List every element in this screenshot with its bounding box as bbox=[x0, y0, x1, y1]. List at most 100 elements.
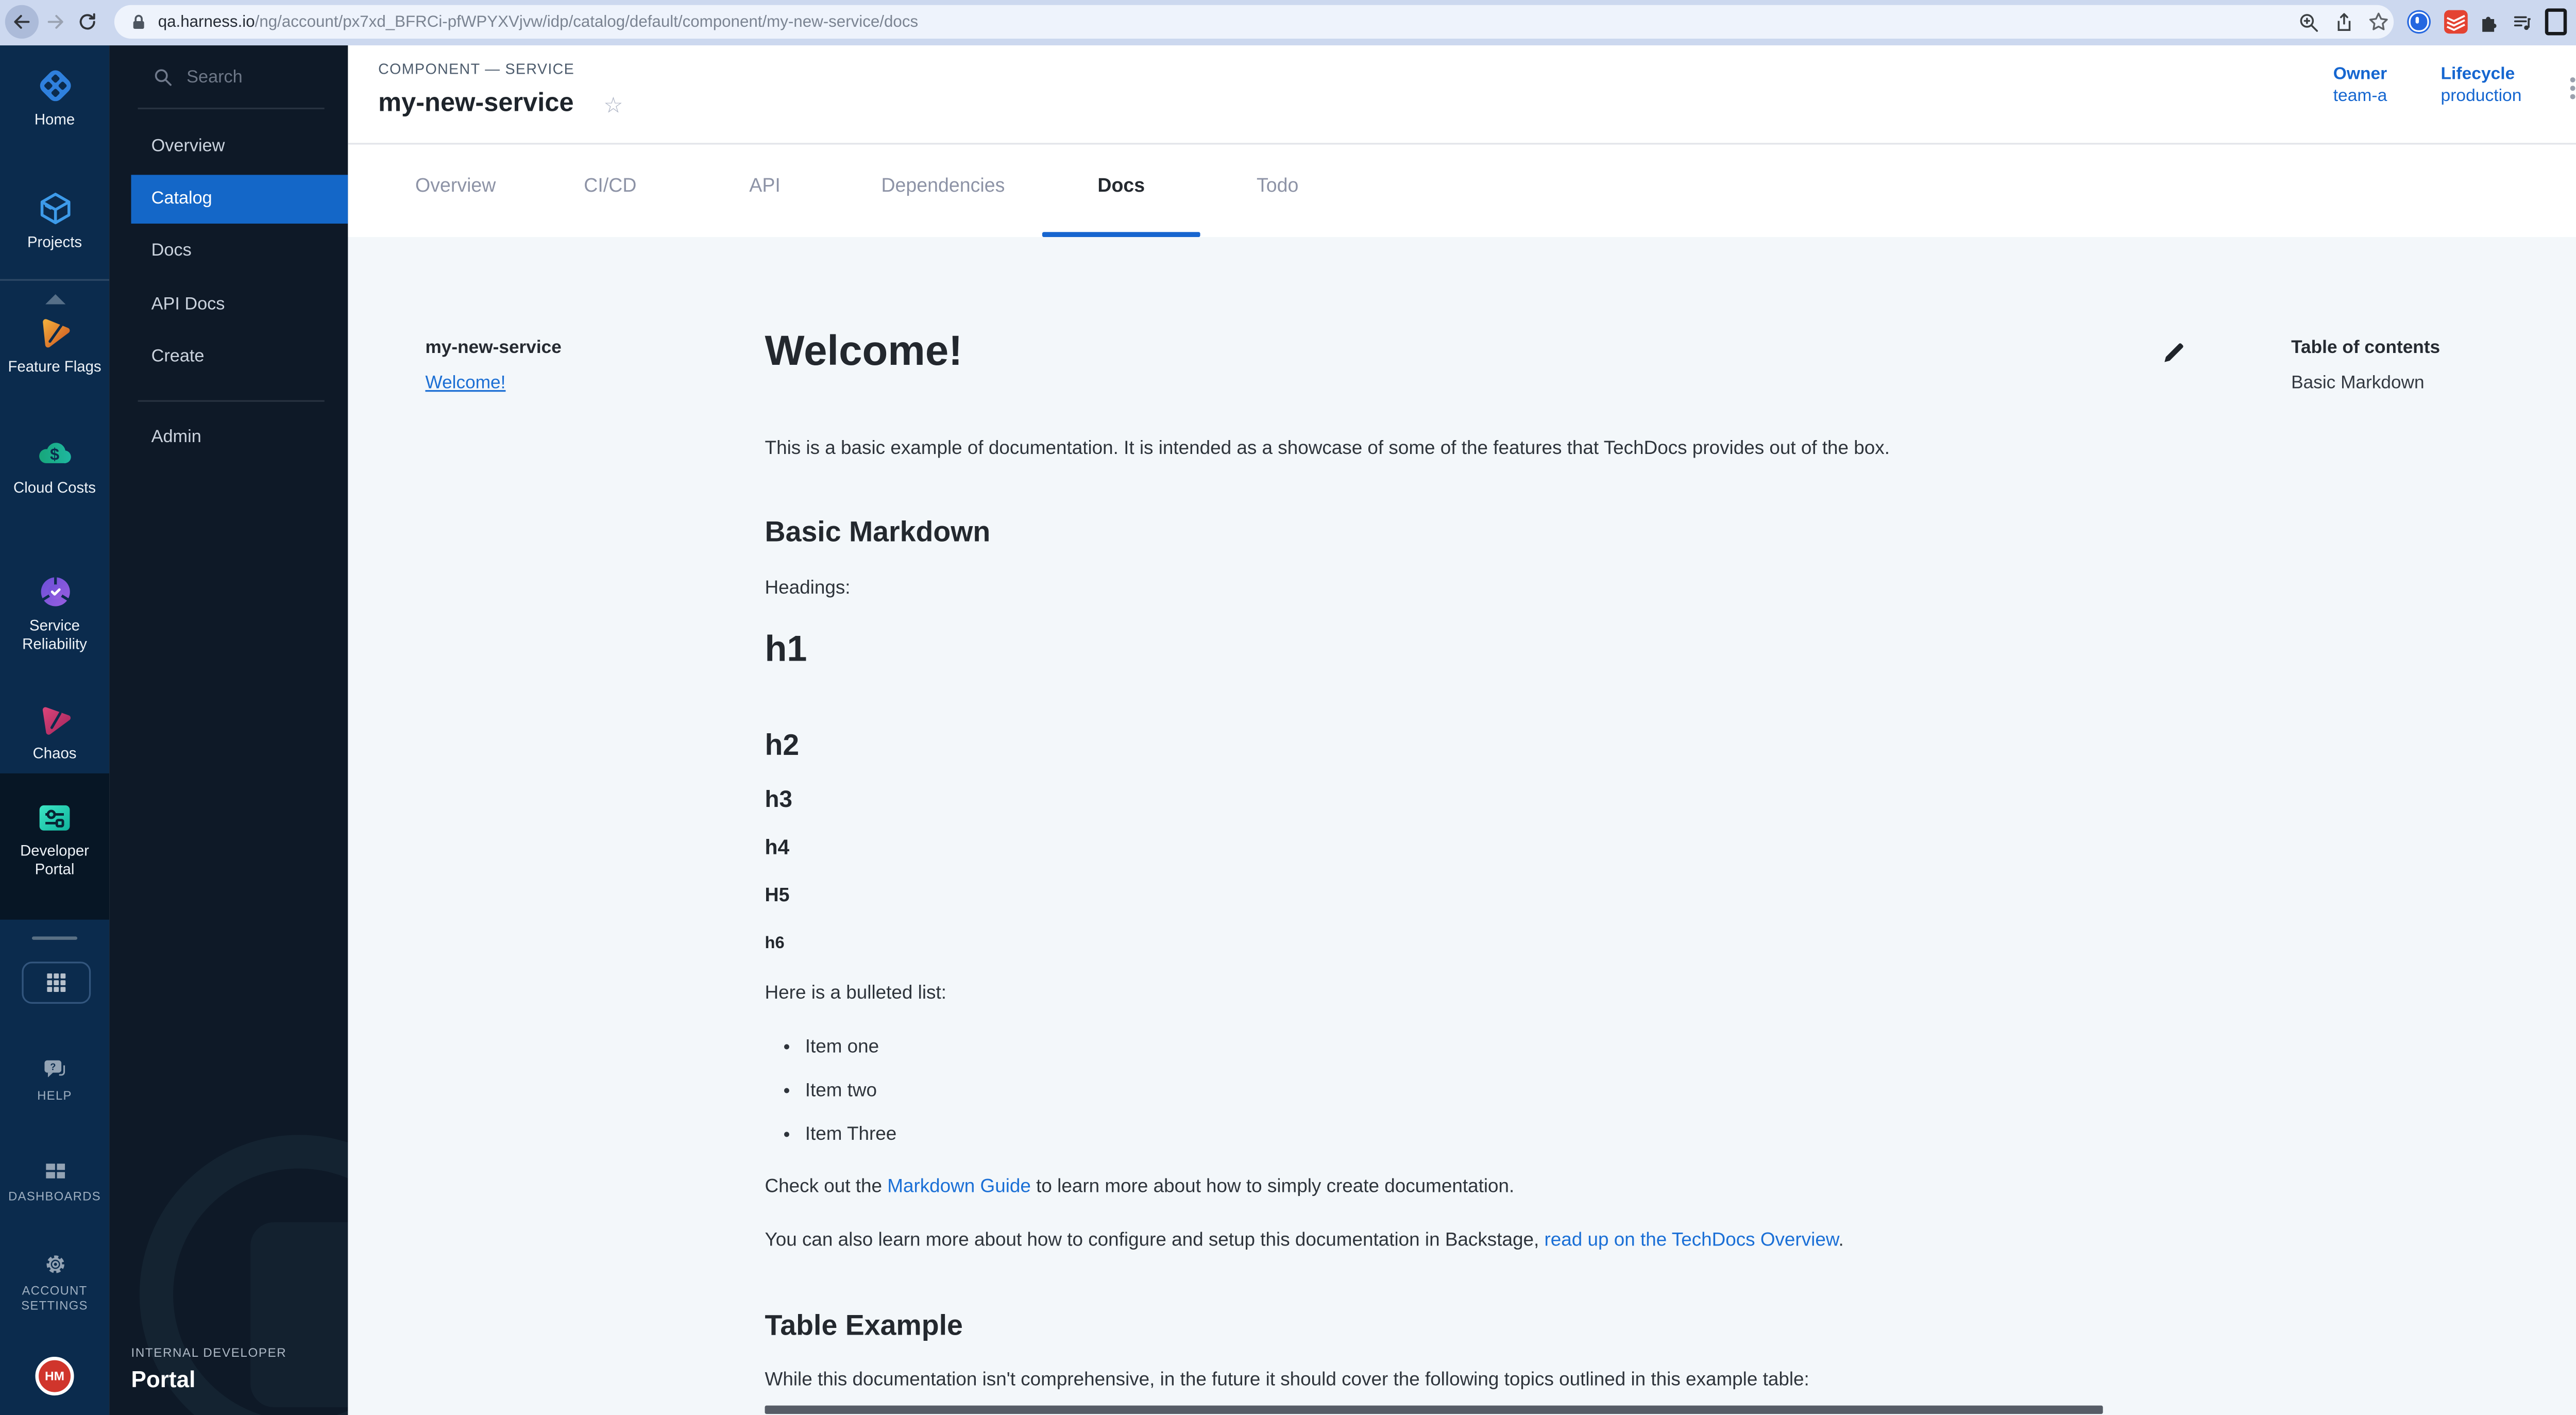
sidebar-item-projects[interactable]: Projects bbox=[0, 188, 109, 252]
projects-cube-icon bbox=[35, 188, 75, 228]
toc-item-basic-markdown[interactable]: Basic Markdown bbox=[2291, 373, 2424, 393]
divider bbox=[138, 400, 325, 402]
chaos-icon bbox=[35, 699, 75, 739]
sidebar-item-help[interactable]: ? HELP bbox=[0, 1056, 109, 1104]
home-harness-icon bbox=[35, 65, 75, 106]
decorative-shape bbox=[250, 1222, 348, 1407]
browser-toolbar: qa.harness.io/ng/account/px7xd_BFRCi-pfW… bbox=[0, 0, 2576, 45]
owner-value-link[interactable]: team-a bbox=[2333, 88, 2387, 106]
back-arrow-icon bbox=[12, 12, 32, 32]
bookmark-star-button[interactable] bbox=[2363, 7, 2394, 37]
sidebar-item-developer-portal[interactable]: Developer Portal bbox=[0, 800, 109, 879]
sidebar-resize-handle[interactable] bbox=[32, 936, 77, 940]
sidebar-item-label: Home bbox=[0, 111, 109, 129]
sidenav-item-admin[interactable]: Admin bbox=[109, 413, 348, 462]
sample-h6: h6 bbox=[765, 935, 785, 953]
share-button[interactable] bbox=[2328, 7, 2359, 37]
sample-h1: h1 bbox=[765, 629, 807, 671]
extension-todoist-button[interactable] bbox=[2441, 7, 2471, 37]
browser-back-button[interactable] bbox=[5, 5, 39, 39]
tab-cicd[interactable]: CI/CD bbox=[584, 177, 636, 197]
extension-sidebar-button[interactable] bbox=[2540, 7, 2570, 37]
sidebar-item-service-reliability[interactable]: Service Reliability bbox=[0, 571, 109, 654]
owner-label: Owner bbox=[2333, 65, 2387, 84]
extensions-menu-button[interactable] bbox=[2473, 7, 2503, 37]
search-placeholder: Search bbox=[187, 68, 243, 88]
address-bar[interactable]: qa.harness.io/ng/account/px7xd_BFRCi-pfW… bbox=[114, 5, 2394, 39]
tab-api[interactable]: API bbox=[749, 177, 781, 197]
guide-pre: Check out the bbox=[765, 1177, 888, 1197]
docs-nav-link-welcome[interactable]: Welcome! bbox=[425, 373, 505, 393]
help-chat-icon: ? bbox=[40, 1056, 69, 1083]
list-item: •Item Three bbox=[783, 1125, 896, 1145]
sidebar-item-cloud-costs[interactable]: $ Cloud Costs bbox=[0, 434, 109, 498]
feature-flags-icon bbox=[35, 313, 75, 353]
puzzle-icon bbox=[2477, 11, 2499, 32]
config-paragraph: You can also learn more about how to con… bbox=[765, 1231, 1844, 1251]
extension-1password-button[interactable] bbox=[2404, 7, 2434, 37]
sidebar-item-label: Cloud Costs bbox=[0, 479, 109, 498]
screenshot-root: qa.harness.io/ng/account/px7xd_BFRCi-pfW… bbox=[0, 0, 2576, 1415]
sidenav-item-api-docs[interactable]: API Docs bbox=[109, 280, 348, 329]
user-avatar[interactable]: HM bbox=[36, 1357, 74, 1395]
list-item: •Item two bbox=[783, 1081, 877, 1101]
list-item: •Item one bbox=[783, 1037, 879, 1057]
section-table-example: Table Example bbox=[765, 1310, 963, 1343]
entity-header: COMPONENT — SERVICE my-new-service ☆ Own… bbox=[348, 45, 2576, 145]
playlist-music-icon bbox=[2511, 11, 2532, 32]
browser-reload-button[interactable] bbox=[71, 5, 104, 39]
list-item-text: Item two bbox=[805, 1081, 877, 1101]
config-post: . bbox=[1838, 1231, 1843, 1251]
cloud-costs-icon: $ bbox=[33, 434, 76, 474]
sidebar-item-dashboards[interactable]: DASHBOARDS bbox=[0, 1158, 109, 1205]
sidebar-item-label: Service Reliability bbox=[0, 617, 109, 654]
sidebar-item-account-settings[interactable]: ACCOUNT SETTINGS bbox=[0, 1251, 109, 1315]
table-intro: While this documentation isn't comprehen… bbox=[765, 1370, 1809, 1390]
guide-paragraph: Check out the Markdown Guide to learn mo… bbox=[765, 1177, 1515, 1197]
sidebar-collapse-button[interactable] bbox=[0, 294, 109, 305]
sidenav-item-docs[interactable]: Docs bbox=[109, 226, 348, 275]
grid-icon bbox=[46, 974, 66, 991]
tab-docs[interactable]: Docs bbox=[1097, 177, 1145, 197]
sidebar-item-label: Chaos bbox=[0, 745, 109, 763]
sidenav-item-catalog[interactable]: Catalog bbox=[131, 175, 348, 224]
tab-dependencies[interactable]: Dependencies bbox=[881, 177, 1005, 197]
toc-title: Table of contents bbox=[2291, 338, 2440, 358]
search-icon bbox=[153, 68, 173, 88]
headings-label: Headings: bbox=[765, 578, 851, 598]
sidebar-item-label: ACCOUNT SETTINGS bbox=[0, 1283, 109, 1315]
article-intro: This is a basic example of documentation… bbox=[765, 439, 1890, 459]
tab-overview[interactable]: Overview bbox=[415, 177, 496, 197]
tab-todo[interactable]: Todo bbox=[1257, 177, 1298, 197]
entity-kind: COMPONENT — SERVICE bbox=[378, 60, 574, 77]
portal-title: Portal bbox=[131, 1367, 195, 1392]
edit-pencil-button[interactable] bbox=[2160, 340, 2187, 366]
sidebar-item-feature-flags[interactable]: Feature Flags bbox=[0, 313, 109, 377]
markdown-guide-link[interactable]: Markdown Guide bbox=[887, 1177, 1031, 1197]
browser-profile-button[interactable] bbox=[2573, 7, 2576, 37]
rectangle-icon bbox=[2544, 8, 2566, 35]
search-input[interactable]: Search bbox=[153, 59, 243, 96]
bullet-dot: • bbox=[783, 1038, 790, 1058]
zoom-page-button[interactable] bbox=[2293, 7, 2323, 37]
config-pre: You can also learn more about how to con… bbox=[765, 1231, 1545, 1251]
module-switcher-button[interactable] bbox=[22, 962, 91, 1004]
chevron-up-icon bbox=[44, 294, 64, 305]
sidebar-divider bbox=[0, 279, 109, 281]
owner-meta: Owner team-a bbox=[2333, 65, 2387, 106]
entity-tabs: Overview CI/CD API Dependencies Docs Tod… bbox=[348, 145, 2576, 237]
extension-playlist-button[interactable] bbox=[2506, 7, 2537, 37]
divider bbox=[138, 108, 325, 109]
sidebar-item-chaos[interactable]: Chaos bbox=[0, 699, 109, 763]
favorite-star-button[interactable]: ☆ bbox=[603, 92, 623, 119]
forward-arrow-icon bbox=[45, 12, 65, 32]
sidebar-item-label: HELP bbox=[0, 1088, 109, 1104]
magnifier-plus-icon bbox=[2297, 11, 2319, 32]
sidenav-item-create[interactable]: Create bbox=[109, 332, 348, 381]
entity-menu-button[interactable] bbox=[2570, 77, 2575, 99]
active-tab-indicator bbox=[1042, 232, 1200, 237]
sidebar-item-home[interactable]: Home bbox=[0, 65, 109, 129]
browser-forward-button[interactable] bbox=[39, 5, 72, 39]
sidenav-item-overview[interactable]: Overview bbox=[109, 123, 348, 172]
techdocs-overview-link[interactable]: read up on the TechDocs Overview bbox=[1544, 1231, 1838, 1251]
